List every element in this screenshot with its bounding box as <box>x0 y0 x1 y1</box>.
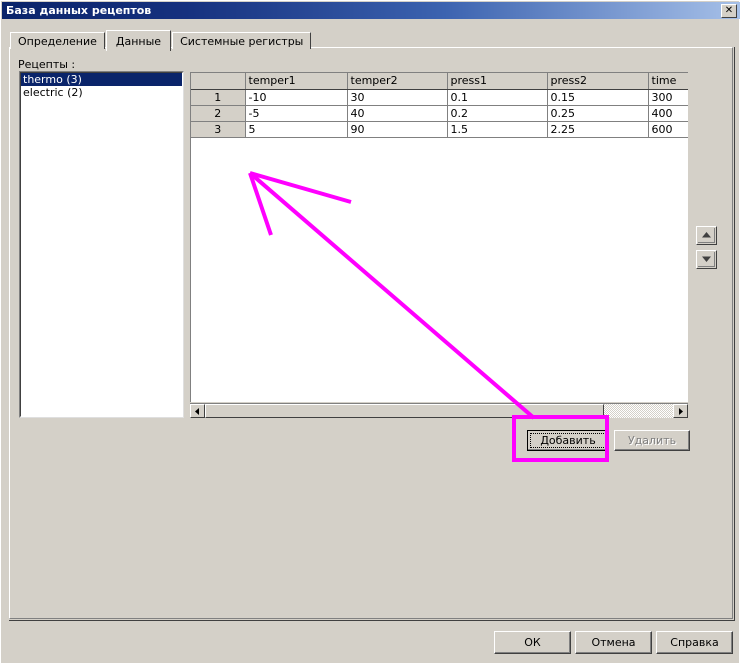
recipe-database-dialog: База данных рецептов ✕ Определение Данны… <box>0 0 740 664</box>
cell-press2[interactable]: 0.15 <box>547 89 649 106</box>
scroll-track-horizontal[interactable] <box>604 404 673 418</box>
add-button-label: Добавить <box>540 434 596 447</box>
move-up-button[interactable] <box>696 226 717 245</box>
help-button[interactable]: Справка <box>656 631 733 654</box>
triangle-right-glyph <box>679 407 683 415</box>
cell-time[interactable]: 400 <box>648 105 688 122</box>
column-header-time[interactable]: time <box>648 73 688 90</box>
cell-temper1[interactable]: -5 <box>245 105 348 122</box>
scroll-thumb-horizontal[interactable] <box>205 404 604 418</box>
move-down-icon <box>698 252 715 267</box>
cell-temper2[interactable]: 30 <box>347 89 448 106</box>
table-row[interactable]: 1 -10 30 0.1 0.15 300 <box>191 89 688 106</box>
table-row[interactable]: 3 5 90 1.5 2.25 600 <box>191 121 688 138</box>
scroll-left-icon[interactable] <box>190 404 205 418</box>
cell-press1[interactable]: 0.1 <box>447 89 548 106</box>
recipes-listbox[interactable]: thermo (3) electric (2) <box>20 72 183 417</box>
move-down-button[interactable] <box>696 250 717 269</box>
list-item[interactable]: electric (2) <box>21 86 182 99</box>
cancel-button[interactable]: Отмена <box>575 631 652 654</box>
triangle-down-glyph <box>701 256 711 262</box>
tab-opredelenie[interactable]: Определение <box>10 32 105 49</box>
ok-button[interactable]: ОК <box>494 631 571 654</box>
tab-dannye[interactable]: Данные <box>105 30 172 51</box>
cell-time[interactable]: 300 <box>648 89 688 106</box>
list-item[interactable]: thermo (3) <box>21 73 182 86</box>
column-header-press1[interactable]: press1 <box>447 73 548 90</box>
table-header-row: temper1 temper2 press1 press2 time <box>191 73 688 90</box>
close-icon[interactable]: ✕ <box>721 3 737 18</box>
grid-corner-header[interactable] <box>191 73 246 90</box>
delete-record-button[interactable]: Удалить <box>614 430 690 451</box>
cell-time[interactable]: 600 <box>648 121 688 138</box>
triangle-up-glyph <box>701 232 711 238</box>
ok-button-label: ОК <box>524 636 541 649</box>
cell-temper1[interactable]: -10 <box>245 89 348 106</box>
data-grid-table: temper1 temper2 press1 press2 time 1 -10… <box>191 73 688 138</box>
data-grid[interactable]: temper1 temper2 press1 press2 time 1 -10… <box>190 72 688 402</box>
column-header-temper1[interactable]: temper1 <box>245 73 348 90</box>
row-number[interactable]: 3 <box>191 121 246 138</box>
tab-sistemnye-registry[interactable]: Системные регистры <box>172 32 312 49</box>
column-header-press2[interactable]: press2 <box>547 73 649 90</box>
cell-temper2[interactable]: 40 <box>347 105 448 122</box>
add-record-button[interactable]: Добавить <box>527 430 609 451</box>
cell-press2[interactable]: 0.25 <box>547 105 649 122</box>
move-up-icon <box>698 228 715 243</box>
cell-press1[interactable]: 0.2 <box>447 105 548 122</box>
cell-temper1[interactable]: 5 <box>245 121 348 138</box>
row-number[interactable]: 2 <box>191 105 246 122</box>
triangle-left-glyph <box>195 407 199 415</box>
title-bar: База данных рецептов ✕ <box>2 2 740 19</box>
window-title: База данных рецептов <box>6 4 152 17</box>
grid-horizontal-scrollbar[interactable] <box>190 403 688 418</box>
title-bar-buttons: ✕ <box>721 3 740 18</box>
cancel-button-label: Отмена <box>591 636 636 649</box>
tab-strip: Определение Данные Системные регистры <box>10 29 312 51</box>
scroll-right-icon[interactable] <box>673 404 688 418</box>
help-button-label: Справка <box>670 636 719 649</box>
row-number[interactable]: 1 <box>191 89 246 106</box>
cell-temper2[interactable]: 90 <box>347 121 448 138</box>
column-header-temper2[interactable]: temper2 <box>347 73 448 90</box>
table-row[interactable]: 2 -5 40 0.2 0.25 400 <box>191 105 688 122</box>
cell-press1[interactable]: 1.5 <box>447 121 548 138</box>
delete-button-label: Удалить <box>627 434 677 447</box>
cell-press2[interactable]: 2.25 <box>547 121 649 138</box>
recipes-label: Рецепты : <box>18 58 76 71</box>
